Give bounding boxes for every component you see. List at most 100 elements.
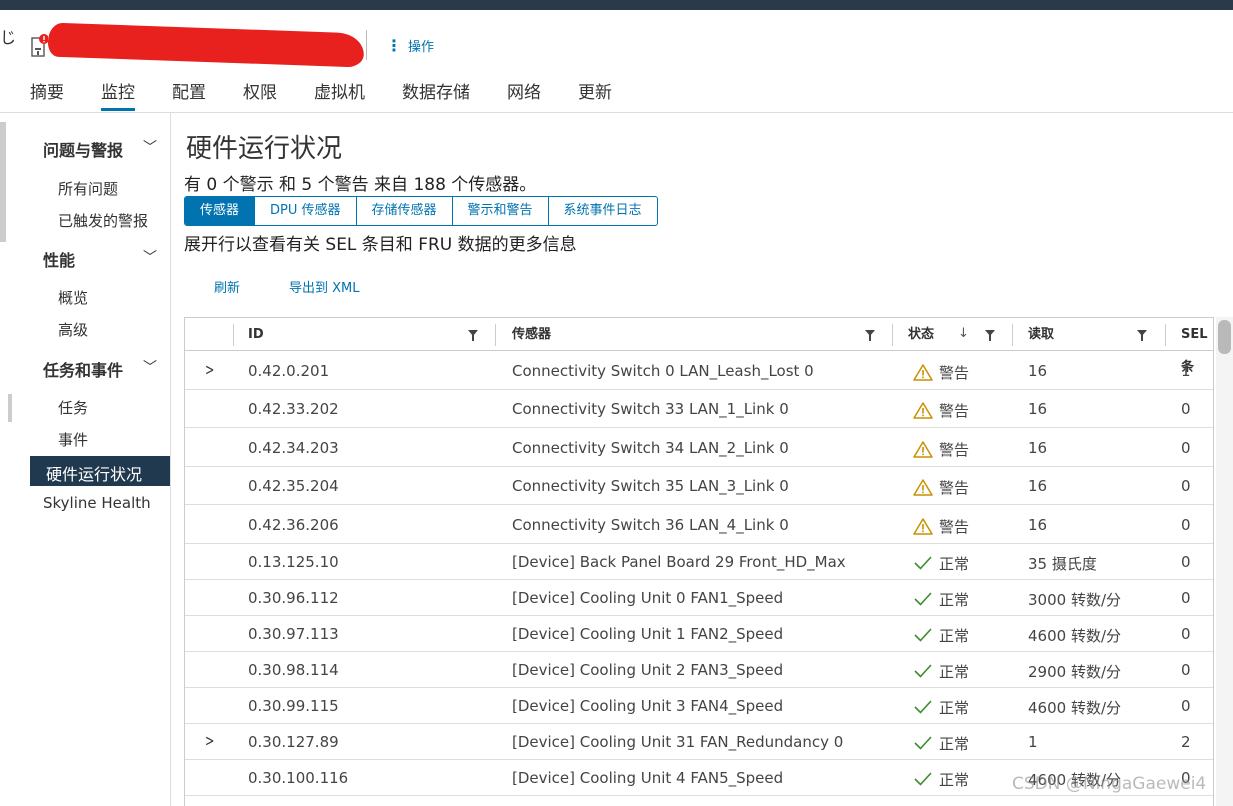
table-row[interactable]: >0.30.127.89 [Device] Cooling Unit 31 FAN… [185,724,1213,760]
table-row[interactable]: 0.30.98.114 [Device] Cooling Unit 2 FAN3_… [185,652,1213,688]
sensor-view-tabs: 传感器 DPU 传感器 存储传感器 警示和警告 系统事件日志 [184,196,658,226]
filter-icon[interactable] [1137,330,1147,341]
table-row[interactable]: 0.42.36.206 Connectivity Switch 36 LAN_4_… [185,505,1213,544]
scrollbar-thumb[interactable] [1218,320,1231,354]
sidebar-item-tasks[interactable]: 任务 [58,397,88,418]
cell-id: 0.42.34.203 [248,439,339,457]
sidebar-group-issues[interactable]: 问题与警报 ﹀ [43,137,157,161]
check-icon [914,664,932,678]
cell-reading: 16 [1028,362,1048,380]
column-header-id[interactable]: ID [248,318,264,351]
sensor-tab-0[interactable]: 传感器 [185,197,256,225]
cell-sensor: Connectivity Switch 35 LAN_3_Link 0 [512,477,789,495]
cell-status: 正常 [913,553,969,574]
cell-sensor: Connectivity Switch 34 LAN_2_Link 0 [512,439,789,457]
tab-7[interactable]: 更新 [578,78,612,112]
status-label: 正常 [939,771,970,789]
tab-1[interactable]: 监控 [101,78,135,112]
table-row[interactable]: 0.13.125.10 [Device] Back Panel Board 29 … [185,544,1213,580]
cell-sel: 0 [1181,661,1191,679]
pane-resize-handle[interactable] [8,394,12,422]
cell-id: 0.30.99.115 [248,697,339,715]
cell-id: 0.30.127.89 [248,733,339,751]
column-divider [495,324,496,346]
sensor-tab-3[interactable]: 警示和警告 [453,197,549,225]
column-header-sel[interactable]: SEL 条 [1181,318,1213,375]
tab-4[interactable]: 虚拟机 [314,78,365,112]
chevron-down-icon: ﹀ [143,360,157,376]
cell-reading: 16 [1028,516,1048,534]
cell-sel: 0 [1181,400,1191,418]
cell-sensor: [Device] Cooling Unit 0 FAN1_Speed [512,589,784,607]
status-label: 警告 [939,402,970,420]
warning-icon [913,479,933,496]
table-row[interactable]: 0.30.97.113 [Device] Cooling Unit 1 FAN2_… [185,616,1213,652]
column-divider [892,324,893,346]
filter-icon[interactable] [468,330,478,341]
column-divider [233,324,234,346]
cell-reading: 2900 转数/分 [1028,663,1121,681]
sidebar-item-advanced[interactable]: 高级 [58,319,88,340]
cell-id: 0.30.98.114 [248,661,339,679]
column-header-status[interactable]: 状态 [908,318,934,351]
page-title: 硬件运行状况 [186,134,343,164]
filter-icon[interactable] [865,330,875,341]
check-icon [914,628,932,642]
vertical-ellipsis-icon: ⋮ [386,35,402,55]
expand-row-icon[interactable]: > [205,360,214,379]
sensor-tab-4[interactable]: 系统事件日志 [549,197,657,225]
cell-status: 正常 [913,661,969,682]
actions-menu-button[interactable]: ⋮ 操作 [386,36,434,55]
sort-descending-icon[interactable]: ↓ [958,326,969,341]
tab-5[interactable]: 数据存储 [402,78,470,112]
status-label: 警告 [939,364,970,382]
check-icon [914,736,932,750]
tab-2[interactable]: 配置 [172,78,206,112]
sensor-tab-2[interactable]: 存储传感器 [357,197,453,225]
tab-0[interactable]: 摘要 [30,78,64,112]
filter-icon[interactable] [985,330,995,341]
tab-3[interactable]: 权限 [243,78,277,112]
sidebar-item-all-issues[interactable]: 所有问题 [58,178,118,199]
header-divider [366,30,367,60]
cell-status: 警告 [913,362,969,383]
cell-id: 0.42.35.204 [248,477,339,495]
refresh-button[interactable]: 刷新 [214,277,240,296]
sidebar-group-label: 性能 [43,251,76,270]
status-label: 正常 [939,663,970,681]
cell-sensor: Connectivity Switch 33 LAN_1_Link 0 [512,400,789,418]
sidebar-group-performance[interactable]: 性能 ﹀ [43,247,157,271]
sensor-tab-1[interactable]: DPU 传感器 [255,197,357,225]
status-label: 警告 [939,518,970,536]
warning-icon [913,364,933,381]
table-row[interactable]: 0.42.35.204 Connectivity Switch 35 LAN_3_… [185,467,1213,505]
left-pane-scrollbar[interactable] [0,122,6,242]
table-row[interactable]: 0.30.99.115 [Device] Cooling Unit 3 FAN4_… [185,688,1213,724]
table-row[interactable]: >0.42.0.201 Connectivity Switch 0 LAN_Lea… [185,351,1213,390]
sidebar-item-events[interactable]: 事件 [58,429,88,450]
expand-row-icon[interactable]: > [205,731,214,750]
sidebar-item-hardware-health[interactable]: 硬件运行状况 [30,456,170,486]
warning-icon [913,402,933,419]
status-label: 正常 [939,699,970,717]
cell-reading: 4600 转数/分 [1028,627,1121,645]
sidebar-item-skyline-health[interactable]: Skyline Health [43,494,151,512]
table-row[interactable]: 0.42.34.203 Connectivity Switch 34 LAN_2_… [185,428,1213,467]
table-scrollbar[interactable] [1216,317,1233,806]
check-icon [914,556,932,570]
sidebar-group-tasks-events[interactable]: 任务和事件 ﹀ [43,357,157,381]
tab-6[interactable]: 网络 [507,78,541,112]
cell-sensor: [Device] Cooling Unit 1 FAN2_Speed [512,625,784,643]
export-xml-button[interactable]: 导出到 XML [289,277,360,296]
cell-reading: 16 [1028,439,1048,457]
column-header-reading[interactable]: 读取 [1028,318,1054,351]
sidebar-item-triggered-alarms[interactable]: 已触发的警报 [58,210,148,231]
window-top-bar [0,0,1233,10]
sidebar-item-overview[interactable]: 概览 [58,287,88,308]
table-row[interactable]: 0.42.33.202 Connectivity Switch 33 LAN_1_… [185,390,1213,428]
cell-sensor: [Device] Back Panel Board 29 Front_HD_Ma… [512,553,846,571]
column-header-sensor[interactable]: 传感器 [512,318,551,351]
table-row[interactable]: 0.30.96.112 [Device] Cooling Unit 0 FAN1_… [185,580,1213,616]
cell-reading: 16 [1028,477,1048,495]
cell-status: 正常 [913,697,969,718]
